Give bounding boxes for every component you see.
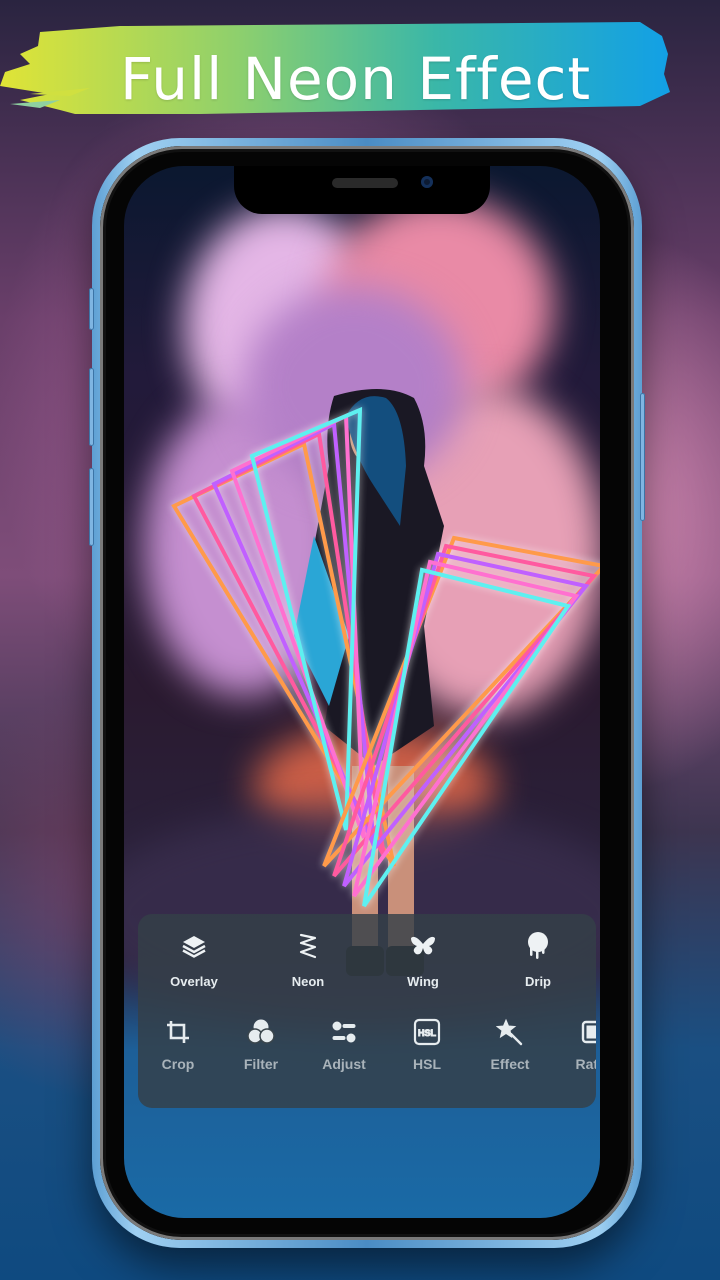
tool-overlay-label: Overlay [170, 974, 218, 989]
effect-tools-row: Overlay Neon Wing Drip [138, 932, 596, 1012]
phone-mockup: Overlay Neon Wing Drip Crop Filter Adjus… [89, 138, 645, 1248]
tool-wing-label: Wing [407, 974, 439, 989]
phone-bezel: Overlay Neon Wing Drip Crop Filter Adjus… [100, 146, 634, 1240]
magic-wand-icon [496, 1018, 524, 1046]
phone-notch [234, 166, 490, 214]
tool-hsl-label: HSL [413, 1056, 441, 1072]
tool-crop-label: Crop [161, 1056, 195, 1072]
adjust-sliders-icon [330, 1018, 358, 1046]
promo-banner: Full Neon Effect [0, 14, 672, 114]
tool-ratio[interactable]: Ratio [553, 1018, 596, 1072]
tool-ratio-label: Ratio [575, 1056, 597, 1072]
hsl-icon: HSL [413, 1018, 441, 1046]
filter-circles-icon [247, 1018, 275, 1046]
phone-power-button [640, 393, 645, 521]
tool-adjust[interactable]: Adjust [304, 1018, 384, 1072]
tool-wing[interactable]: Wing [383, 932, 463, 989]
editor-tool-panel: Overlay Neon Wing Drip Crop Filter Adjus… [138, 914, 596, 1108]
tool-effect-label: Effect [490, 1056, 530, 1072]
svg-text:HSL: HSL [418, 1028, 437, 1038]
banner-title: Full Neon Effect [120, 45, 592, 113]
tool-effect[interactable]: Effect [470, 1018, 550, 1072]
phone-volume-up-button [89, 368, 94, 446]
tool-filter-label: Filter [243, 1056, 279, 1072]
layers-icon [180, 932, 208, 960]
tool-adjust-label: Adjust [322, 1056, 366, 1072]
drip-icon [524, 932, 552, 960]
phone-volume-down-button [89, 468, 94, 546]
butterfly-icon [409, 932, 437, 960]
tool-overlay[interactable]: Overlay [154, 932, 234, 989]
edit-tools-row[interactable]: Crop Filter Adjust HSL HSL Effect Rat [138, 1018, 596, 1098]
front-camera [421, 176, 433, 188]
tool-filter[interactable]: Filter [221, 1018, 301, 1072]
ratio-icon [579, 1018, 596, 1046]
earpiece-speaker [332, 178, 398, 188]
tool-drip-label: Drip [525, 974, 551, 989]
neon-squiggle-icon [294, 932, 322, 960]
crop-icon [164, 1018, 192, 1046]
tool-neon-label: Neon [291, 974, 325, 989]
tool-crop[interactable]: Crop [138, 1018, 218, 1072]
tool-neon[interactable]: Neon [268, 932, 348, 989]
phone-side-button [89, 288, 94, 330]
tool-hsl[interactable]: HSL HSL [387, 1018, 467, 1072]
tool-drip[interactable]: Drip [498, 932, 578, 989]
phone-screen: Overlay Neon Wing Drip Crop Filter Adjus… [124, 166, 600, 1218]
